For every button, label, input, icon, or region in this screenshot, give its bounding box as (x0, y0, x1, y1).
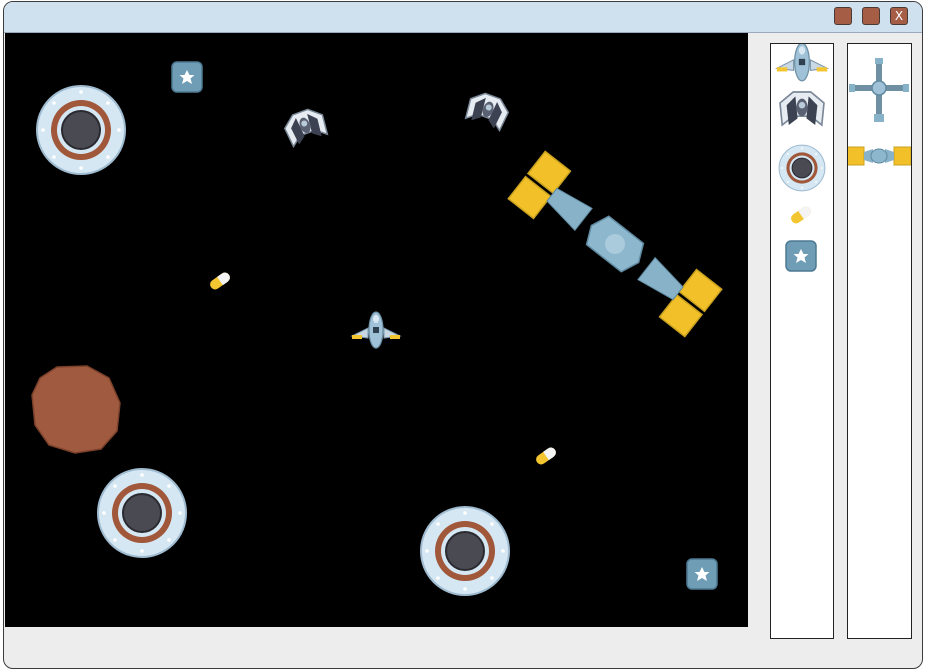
enemy-fighter[interactable] (463, 88, 513, 132)
palette-player-ship[interactable] (776, 44, 828, 82)
palette-enemy-fighter[interactable] (779, 91, 825, 126)
star-powerup[interactable] (171, 61, 203, 93)
capsule-pill[interactable] (208, 270, 232, 292)
player-ship[interactable] (351, 311, 401, 349)
palette-space-station[interactable] (778, 144, 826, 192)
maximize-button[interactable] (862, 7, 880, 25)
asteroid[interactable] (31, 365, 121, 454)
enemy-fighter[interactable] (280, 104, 330, 148)
space-station[interactable] (420, 506, 510, 596)
game-canvas[interactable] (5, 33, 748, 627)
app-window: X (3, 1, 923, 669)
satellite[interactable] (507, 150, 723, 338)
space-station[interactable] (36, 85, 126, 175)
palette-cross-satellite[interactable] (849, 58, 909, 122)
capsule-pill[interactable] (534, 445, 558, 467)
palette-star-powerup[interactable] (785, 240, 817, 272)
minimize-button[interactable] (834, 7, 852, 25)
close-button[interactable]: X (890, 7, 908, 25)
structure-palette (847, 43, 912, 639)
status-bar (4, 627, 922, 668)
space-station[interactable] (97, 468, 187, 558)
star-powerup[interactable] (686, 558, 718, 590)
sprite-palette (770, 43, 834, 639)
palette-solar-satellite[interactable] (848, 146, 911, 166)
title-bar: X (4, 2, 922, 33)
palette-capsule-pill[interactable] (789, 204, 813, 226)
